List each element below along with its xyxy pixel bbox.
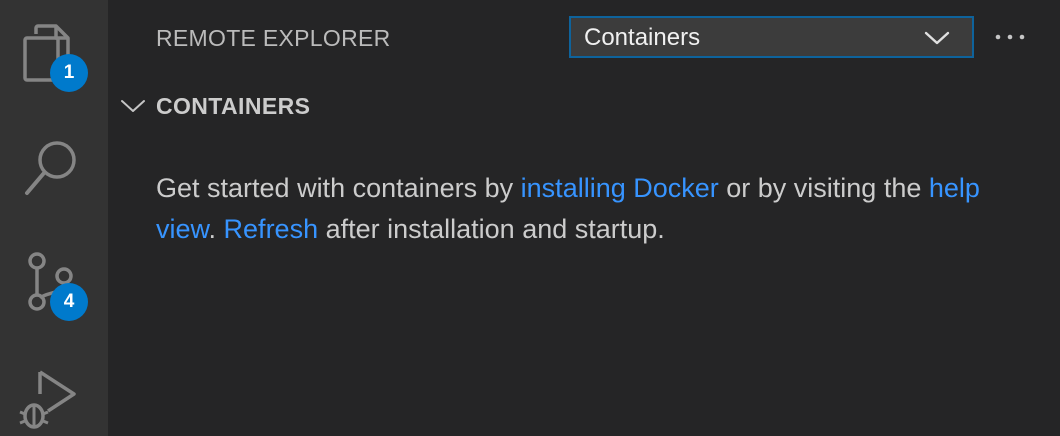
- activity-item-run-debug[interactable]: [0, 324, 108, 432]
- activity-item-source-control[interactable]: 4: [0, 216, 108, 324]
- refresh-link[interactable]: Refresh: [224, 214, 319, 244]
- remote-view-select[interactable]: Containers: [569, 16, 974, 58]
- source-control-badge: 4: [50, 283, 88, 321]
- sidebar-title: REMOTE EXPLORER: [156, 25, 391, 51]
- run-debug-icon: [19, 370, 76, 429]
- remote-view-select-value: Containers: [584, 24, 701, 51]
- installing-docker-link[interactable]: installing Docker: [521, 173, 719, 203]
- welcome-text-3: .: [208, 214, 224, 244]
- containers-section-header[interactable]: CONTAINERS: [108, 86, 1060, 128]
- more-actions-button[interactable]: [990, 20, 1032, 54]
- welcome-message: Get started with containers by installin…: [156, 168, 1036, 250]
- chevron-down-icon: [121, 100, 145, 112]
- chevron-down-icon: [924, 31, 950, 45]
- ellipsis-icon: [995, 34, 1025, 40]
- welcome-text-1: Get started with containers by: [156, 173, 521, 203]
- section-title: CONTAINERS: [156, 93, 311, 119]
- activity-item-search[interactable]: [0, 108, 108, 216]
- vscode-window: 1 4 REMOTE EXPLORER Containers CONTAINER…: [0, 0, 1060, 436]
- welcome-text-2: or by visiting the: [718, 173, 929, 203]
- activity-item-explorer[interactable]: 1: [0, 0, 108, 108]
- explorer-badge: 1: [50, 54, 88, 92]
- activity-bar: 1 4: [0, 0, 108, 436]
- search-icon: [25, 141, 76, 195]
- welcome-text-4: after installation and startup.: [318, 214, 665, 244]
